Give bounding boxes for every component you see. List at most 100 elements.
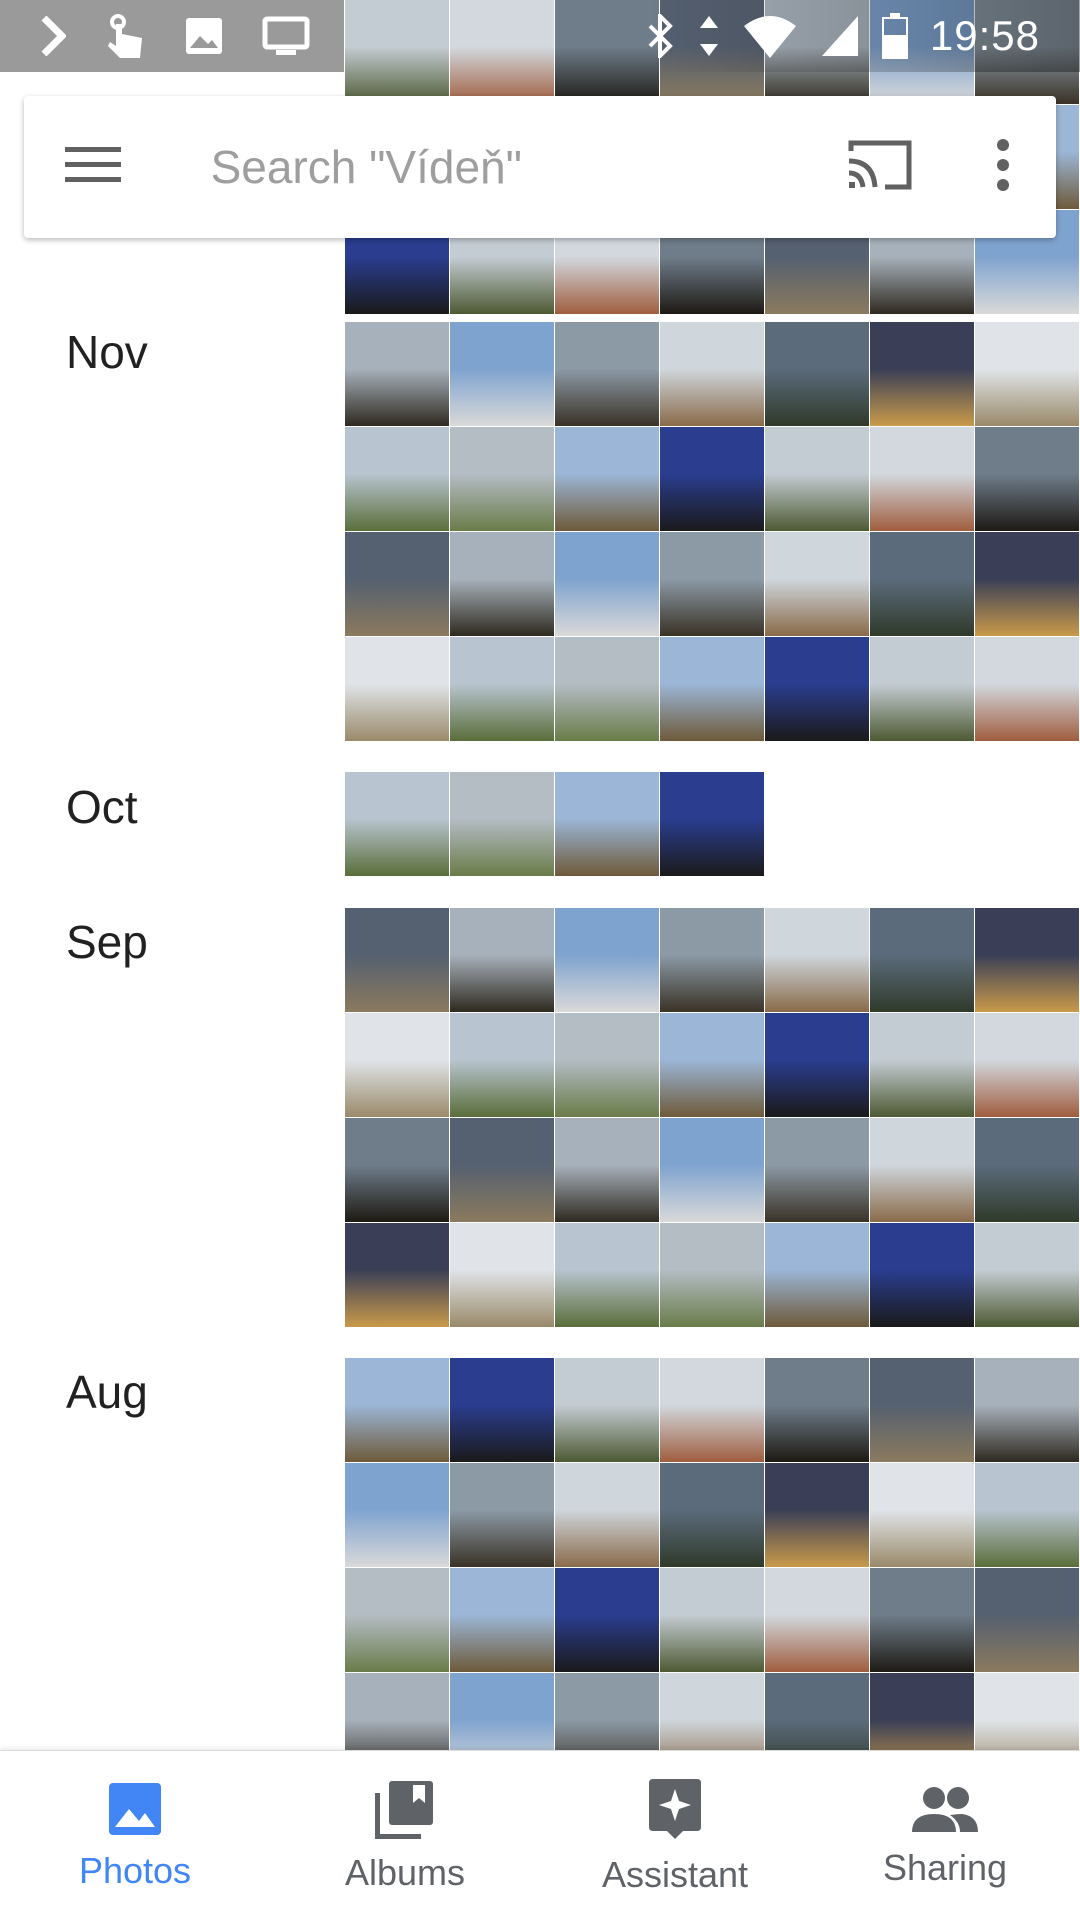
photo-thumbnail[interactable] (870, 637, 974, 741)
nav-photos-label: Photos (78, 1849, 192, 1891)
photo-thumbnail[interactable] (345, 1463, 449, 1567)
photo-icon (107, 1781, 163, 1842)
photo-thumbnail[interactable] (345, 772, 449, 876)
photo-thumbnail[interactable] (450, 1118, 554, 1222)
photo-thumbnail[interactable] (555, 637, 659, 741)
photo-thumbnail[interactable] (345, 908, 449, 1012)
photo-thumbnail[interactable] (345, 1118, 449, 1222)
nav-sharing[interactable]: Sharing (810, 1751, 1080, 1920)
photo-thumbnail[interactable] (450, 532, 554, 636)
photo-thumbnail[interactable] (450, 322, 554, 426)
month-label-nov: Nov (66, 326, 148, 378)
photo-thumbnail[interactable] (765, 1013, 869, 1117)
photo-thumbnail[interactable] (870, 1223, 974, 1327)
photo-thumbnail[interactable] (660, 1223, 764, 1327)
photo-thumbnail[interactable] (975, 637, 1079, 741)
photo-thumbnail[interactable] (555, 1358, 659, 1462)
photo-timeline: Nov Oct Sep Aug (0, 0, 1080, 1777)
photo-thumbnail[interactable] (660, 427, 764, 531)
photo-thumbnail[interactable] (765, 637, 869, 741)
photo-thumbnail[interactable] (450, 1463, 554, 1567)
photo-thumbnail[interactable] (975, 1013, 1079, 1117)
photo-thumbnail[interactable] (975, 1463, 1079, 1567)
photo-thumbnail[interactable] (450, 908, 554, 1012)
photo-thumbnail[interactable] (555, 1568, 659, 1672)
photo-thumbnail[interactable] (765, 1358, 869, 1462)
status-bar: 19:58 (0, 0, 1080, 72)
cast-button[interactable] (811, 96, 950, 238)
photo-thumbnail[interactable] (660, 1463, 764, 1567)
photo-thumbnail[interactable] (870, 532, 974, 636)
photo-thumbnail[interactable] (660, 908, 764, 1012)
monitor-icon (262, 16, 310, 56)
photo-thumbnail[interactable] (660, 532, 764, 636)
photo-thumbnail[interactable] (765, 532, 869, 636)
photo-thumbnail[interactable] (765, 1223, 869, 1327)
photo-thumbnail[interactable] (345, 1013, 449, 1117)
photo-thumbnail[interactable] (870, 1463, 974, 1567)
photo-thumbnail[interactable] (555, 1463, 659, 1567)
photo-thumbnail[interactable] (975, 908, 1079, 1012)
photo-thumbnail[interactable] (870, 1358, 974, 1462)
photo-thumbnail[interactable] (450, 1568, 554, 1672)
photo-thumbnail[interactable] (975, 1358, 1079, 1462)
photo-thumbnail[interactable] (870, 427, 974, 531)
status-bar-left (0, 0, 344, 72)
more-options-button[interactable] (949, 96, 1056, 238)
photo-thumbnail[interactable] (450, 772, 554, 876)
photo-thumbnail[interactable] (660, 1013, 764, 1117)
photo-thumbnail[interactable] (765, 322, 869, 426)
photo-thumbnail[interactable] (555, 322, 659, 426)
search-input[interactable] (162, 95, 811, 239)
photo-thumbnail[interactable] (345, 637, 449, 741)
nav-photos[interactable]: Photos (0, 1751, 270, 1920)
photo-thumbnail[interactable] (660, 1118, 764, 1222)
photo-thumbnail[interactable] (660, 772, 764, 876)
photo-thumbnail[interactable] (345, 1568, 449, 1672)
photo-thumbnail[interactable] (765, 1118, 869, 1222)
photo-thumbnail[interactable] (555, 532, 659, 636)
photo-thumbnail[interactable] (975, 532, 1079, 636)
photo-thumbnail[interactable] (555, 1118, 659, 1222)
photo-thumbnail[interactable] (450, 427, 554, 531)
photo-thumbnail[interactable] (870, 908, 974, 1012)
photo-thumbnail[interactable] (450, 1223, 554, 1327)
nav-assistant[interactable]: Assistant (540, 1751, 810, 1920)
photo-thumbnail[interactable] (555, 1013, 659, 1117)
photo-thumbnail[interactable] (345, 322, 449, 426)
photo-thumbnail[interactable] (345, 427, 449, 531)
photo-thumbnail[interactable] (975, 1223, 1079, 1327)
photo-thumbnail[interactable] (660, 637, 764, 741)
photo-thumbnail[interactable] (870, 1568, 974, 1672)
photo-thumbnail[interactable] (555, 908, 659, 1012)
photo-thumbnail[interactable] (450, 637, 554, 741)
menu-button[interactable] (24, 96, 163, 238)
photo-thumbnail[interactable] (450, 1013, 554, 1117)
photo-grid-nov (345, 322, 1079, 741)
photo-thumbnail[interactable] (975, 322, 1079, 426)
photo-thumbnail[interactable] (345, 532, 449, 636)
photo-thumbnail[interactable] (870, 1118, 974, 1222)
photo-thumbnail[interactable] (660, 1358, 764, 1462)
photo-thumbnail[interactable] (870, 322, 974, 426)
photo-thumbnail[interactable] (345, 1358, 449, 1462)
photo-thumbnail[interactable] (660, 322, 764, 426)
photo-thumbnail[interactable] (765, 1568, 869, 1672)
assistant-icon (647, 1777, 703, 1846)
photo-thumbnail[interactable] (975, 1568, 1079, 1672)
photo-thumbnail[interactable] (975, 427, 1079, 531)
nav-albums[interactable]: Albums (270, 1751, 540, 1920)
photo-thumbnail[interactable] (555, 772, 659, 876)
photo-thumbnail[interactable] (555, 1223, 659, 1327)
photo-thumbnail[interactable] (975, 1118, 1079, 1222)
photo-thumbnail[interactable] (765, 908, 869, 1012)
photo-thumbnail[interactable] (765, 1463, 869, 1567)
photo-thumbnail[interactable] (660, 1568, 764, 1672)
photo-thumbnail[interactable] (765, 427, 869, 531)
photo-thumbnail[interactable] (555, 427, 659, 531)
photo-thumbnail[interactable] (345, 1223, 449, 1327)
albums-icon (374, 1779, 435, 1844)
battery-icon (881, 13, 908, 59)
photo-thumbnail[interactable] (450, 1358, 554, 1462)
photo-thumbnail[interactable] (870, 1013, 974, 1117)
